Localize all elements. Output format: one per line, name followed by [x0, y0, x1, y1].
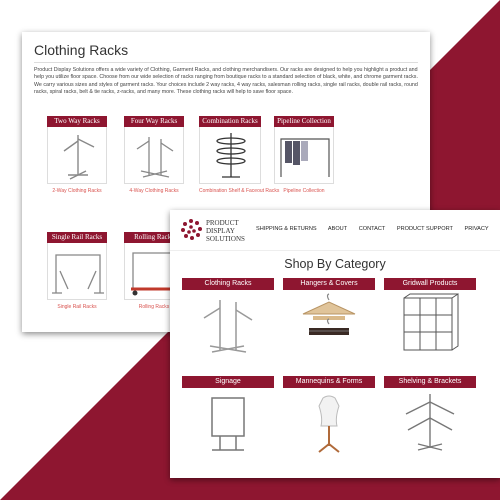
homepage-screenshot: PRODUCT DISPLAY SOLUTIONS SHIPPING & RET…	[170, 210, 500, 478]
logo-line-1: PRODUCT	[206, 219, 239, 227]
category-card-mannequins[interactable]: Mannequins & Forms	[283, 376, 375, 462]
category-header[interactable]: Combination Racks	[199, 116, 261, 127]
sign-stand-icon[interactable]	[182, 388, 274, 456]
category-link[interactable]: 2-Way Clothing Racks	[47, 188, 107, 194]
clothing-rack-icon[interactable]	[182, 290, 274, 358]
page-title: Clothing Racks	[34, 42, 129, 58]
top-nav: SHIPPING & RETURNS ABOUT CONTACT PRODUCT…	[256, 226, 500, 232]
mannequin-icon[interactable]	[283, 388, 375, 456]
combination-rack-icon[interactable]	[199, 127, 261, 184]
category-link[interactable]: Combination Shelf & Faceout Racks	[199, 188, 279, 194]
category-header[interactable]: Pipeline Collection	[274, 116, 334, 127]
category-card-signage[interactable]: Signage	[182, 376, 274, 462]
hanger-icon[interactable]	[283, 290, 375, 358]
category-header[interactable]: Four Way Racks	[124, 116, 184, 127]
nav-about[interactable]: ABOUT	[328, 226, 347, 232]
category-card-combination[interactable]: Combination Racks Combination Shelf & Fa…	[199, 116, 279, 196]
category-header[interactable]: Clothing Racks	[182, 278, 274, 290]
category-header[interactable]: Signage	[182, 376, 274, 388]
category-header[interactable]: Single Rail Racks	[47, 232, 107, 243]
title-divider	[34, 62, 418, 63]
category-card-pipeline[interactable]: Pipeline Collection Pipeline Collection	[274, 116, 334, 196]
category-header[interactable]: Hangers & Covers	[283, 278, 375, 290]
gridwall-icon[interactable]	[384, 290, 476, 358]
category-header[interactable]: Mannequins & Forms	[283, 376, 375, 388]
logo-line-3: SOLUTIONS	[206, 235, 245, 243]
single-rail-rack-icon[interactable]	[47, 243, 107, 300]
site-logo[interactable]: PRODUCT DISPLAY SOLUTIONS	[176, 216, 262, 246]
category-card-gridwall[interactable]: Gridwall Products	[384, 278, 476, 364]
logo-dots-icon: PRODUCT DISPLAY SOLUTIONS	[181, 219, 245, 243]
logo-line-2: DISPLAY	[206, 227, 235, 235]
category-card-shelving[interactable]: Shelving & Brackets	[384, 376, 476, 462]
category-card-four-way[interactable]: Four Way Racks 4-Way Clothing Racks	[124, 116, 184, 196]
four-way-rack-icon[interactable]	[124, 127, 184, 184]
category-header[interactable]: Two Way Racks	[47, 116, 107, 127]
category-link[interactable]: Single Rail Racks	[47, 304, 107, 310]
header-divider	[170, 250, 500, 251]
category-link[interactable]: 4-Way Clothing Racks	[124, 188, 184, 194]
section-heading: Shop By Category	[284, 257, 386, 271]
nav-product-support[interactable]: PRODUCT SUPPORT	[397, 226, 453, 232]
category-link[interactable]: Pipeline Collection	[274, 188, 334, 194]
nav-shipping-returns[interactable]: SHIPPING & RETURNS	[256, 226, 317, 232]
category-card-clothing-racks[interactable]: Clothing Racks	[182, 278, 274, 364]
intro-paragraph: Product Display Solutions offers a wide …	[34, 67, 418, 96]
two-way-rack-icon[interactable]	[47, 127, 107, 184]
nav-privacy[interactable]: PRIVACY	[465, 226, 489, 232]
shelving-rack-icon[interactable]	[384, 388, 476, 456]
category-card-two-way[interactable]: Two Way Racks 2-Way Clothing Racks	[47, 116, 107, 196]
pipeline-rack-icon[interactable]	[274, 127, 334, 184]
category-card-hangers[interactable]: Hangers & Covers	[283, 278, 375, 364]
category-header[interactable]: Gridwall Products	[384, 278, 476, 290]
nav-contact[interactable]: CONTACT	[359, 226, 386, 232]
category-header[interactable]: Shelving & Brackets	[384, 376, 476, 388]
category-card-single-rail[interactable]: Single Rail Racks Single Rail Racks	[47, 232, 107, 312]
